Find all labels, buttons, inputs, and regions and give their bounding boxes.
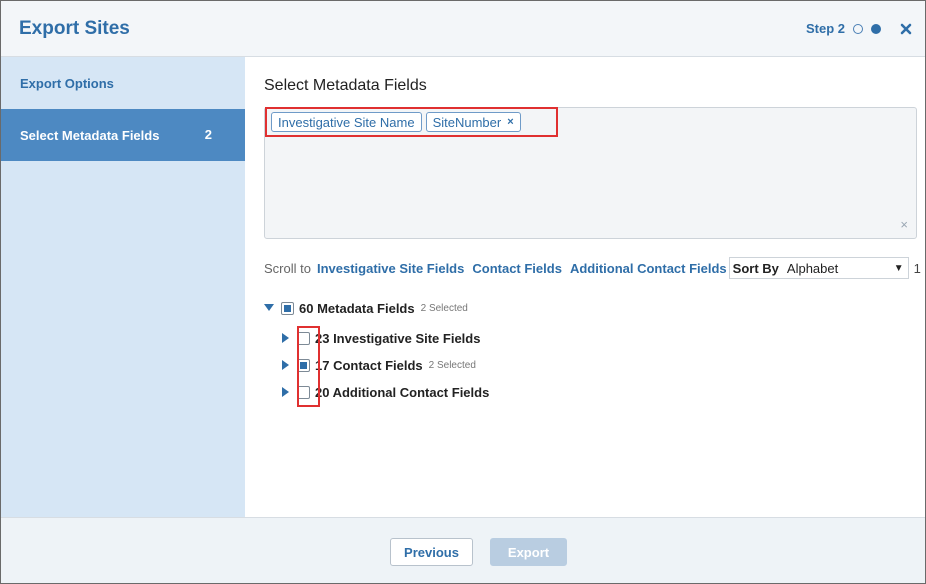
selected-fields-box[interactable]: Investigative Site Name SiteNumber × × [264,107,917,239]
dialog-title: Export Sites [19,18,130,39]
sidebar-item-export-options[interactable]: Export Options [1,57,245,109]
sidebar-item-label: Select Metadata Fields [20,127,160,143]
selected-tags-highlight: Investigative Site Name SiteNumber × [265,107,558,137]
main-panel: Select Metadata Fields Investigative Sit… [245,57,925,517]
sidebar-item-select-metadata-fields[interactable]: Select Metadata Fields 2 [1,109,245,161]
sort-by-label: Sort By [732,260,779,276]
remove-tag-icon[interactable]: × [507,116,513,128]
sort-by-value: Alphabet [786,260,839,276]
collapsed-caret-icon[interactable] [280,387,290,397]
sort-extra-text: 1 [913,260,921,276]
checkbox-highlight [297,326,320,407]
clear-all-icon[interactable]: × [900,217,908,232]
tree-row-label: 60 Metadata Fields [299,300,415,316]
collapsed-caret-icon[interactable] [280,333,290,343]
dialog-footer: Previous Export [1,517,925,583]
scroll-to-bar: Scroll to Investigative Site Fields Cont… [264,257,925,279]
tag-investigative-site-name[interactable]: Investigative Site Name [271,112,422,132]
export-button[interactable]: Export [490,538,567,566]
selected-count: 2 Selected [428,359,476,371]
tag-label: Investigative Site Name [278,114,415,130]
scroll-link-additional-contact-fields[interactable]: Additional Contact Fields [570,261,727,276]
expanded-caret-icon[interactable] [264,303,274,313]
tree-row-root[interactable]: 60 Metadata Fields 2 Selected [264,297,468,319]
scroll-to-label: Scroll to [264,260,311,276]
tree-row-label: 20 Additional Contact Fields [315,384,490,400]
collapsed-caret-icon[interactable] [280,360,290,370]
checkbox-root[interactable] [281,301,294,315]
step-2-dot-icon[interactable] [871,23,881,34]
dialog-header: Export Sites Step 2 [1,1,925,57]
close-icon[interactable] [899,22,913,36]
step-number-badge: 2 [204,127,212,142]
step-indicator: Step 2 [806,21,913,36]
sidebar-item-label: Export Options [20,75,114,91]
step-label: Step 2 [805,21,845,36]
tag-sitenumber[interactable]: SiteNumber × [425,112,521,132]
scroll-link-investigative-site-fields[interactable]: Investigative Site Fields [317,261,464,276]
sort-by-select[interactable]: Sort By Alphabet ▼ [728,257,909,279]
tree-row-label: 17 Contact Fields [315,357,423,373]
export-sites-dialog: Export Sites Step 2 Export Options Selec… [0,0,926,584]
tag-label: SiteNumber [432,114,502,130]
caret-down-icon: ▼ [893,262,904,274]
page-title: Select Metadata Fields [264,77,427,94]
previous-button[interactable]: Previous [390,538,473,566]
selected-count: 2 Selected [420,302,468,314]
tree-row-label: 23 Investigative Site Fields [315,330,481,346]
step-1-dot-icon[interactable] [853,23,863,34]
sidebar: Export Options Select Metadata Fields 2 [1,57,245,517]
scroll-link-contact-fields[interactable]: Contact Fields [472,261,562,276]
